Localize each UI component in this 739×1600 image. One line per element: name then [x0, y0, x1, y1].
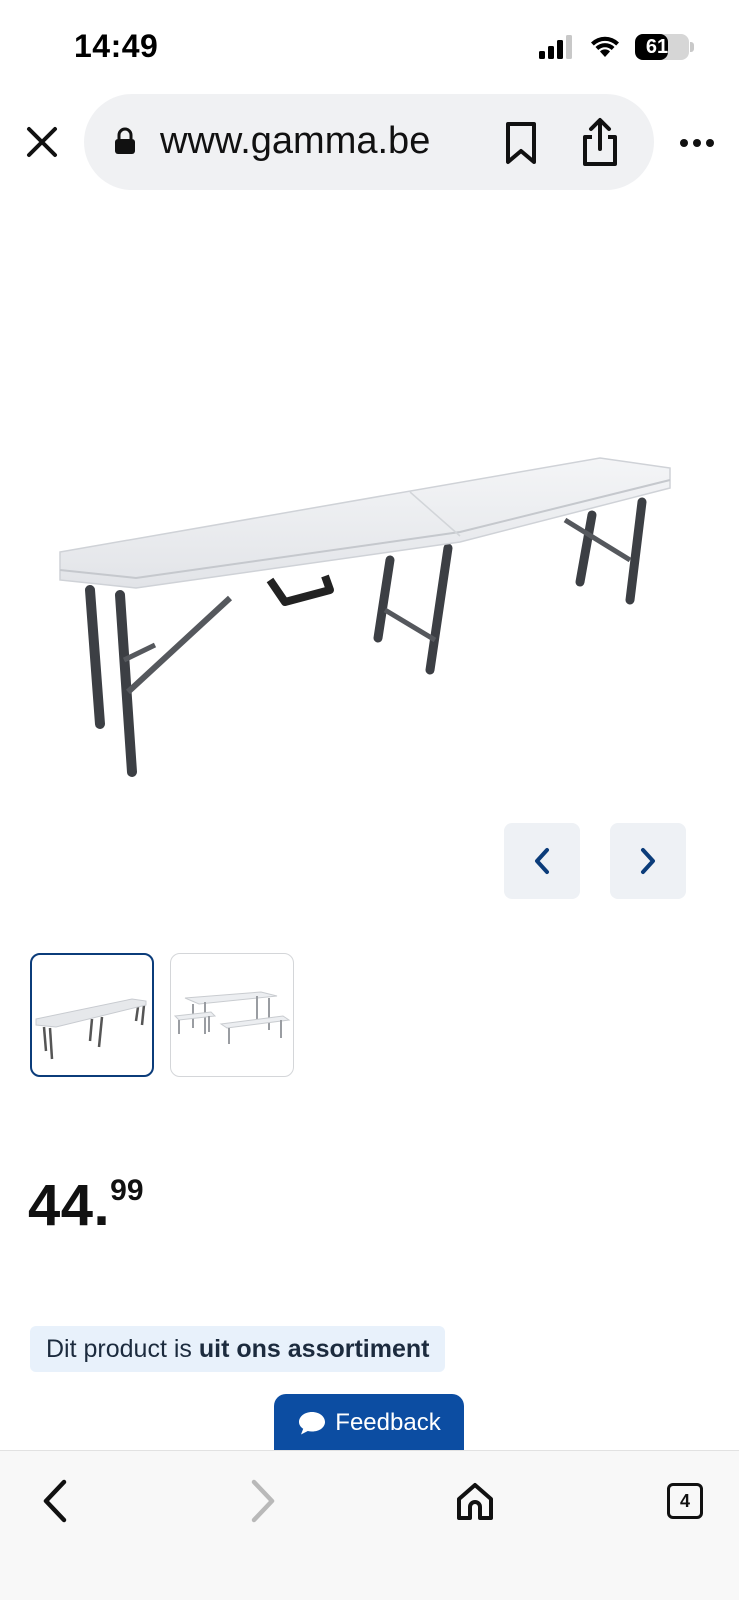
folding-bench-image: [59, 457, 671, 777]
product-price: 44.99: [28, 1172, 144, 1242]
address-bar[interactable]: www.gamma.be: [84, 94, 654, 190]
more-icon: [680, 139, 714, 147]
wifi-icon: [591, 36, 619, 57]
bookmark-button[interactable]: [496, 118, 546, 168]
notice-bold-text: uit ons assortiment: [198, 1334, 430, 1363]
chevron-right-icon: [641, 848, 655, 874]
tabs-icon: 4: [667, 1483, 703, 1519]
tabs-button[interactable]: 4: [650, 1469, 720, 1533]
chevron-left-icon: [535, 848, 549, 874]
browser-top-bar: www.gamma.be: [0, 92, 739, 192]
share-icon: [583, 118, 617, 166]
url-text: www.gamma.be: [160, 120, 431, 162]
chat-bubble-icon: [299, 1412, 326, 1435]
notice-text: Dit product is: [46, 1334, 192, 1363]
battery-cap: [690, 42, 694, 52]
picnic-set-thumbnail: [173, 991, 291, 1044]
feedback-label: Feedback: [335, 1409, 441, 1436]
bookmark-icon: [506, 122, 536, 164]
price-cents: 99: [110, 1174, 144, 1207]
status-icons: 61: [539, 34, 694, 60]
share-button[interactable]: [572, 114, 628, 170]
battery-icon: 61: [635, 34, 694, 60]
folding-bench-thumbnail: [35, 998, 147, 1060]
back-button[interactable]: [20, 1469, 90, 1533]
thumbnail-1[interactable]: [30, 953, 154, 1077]
bottom-toolbar: 4: [0, 1450, 739, 1600]
back-icon: [43, 1479, 67, 1523]
lock-icon: [115, 127, 135, 154]
forward-icon: [251, 1479, 275, 1523]
signal-icon: [539, 35, 572, 59]
close-icon: [27, 127, 57, 157]
carousel-next-button[interactable]: [610, 823, 686, 899]
battery-level: 61: [645, 36, 669, 58]
tab-count: 4: [679, 1490, 690, 1511]
carousel-prev-button[interactable]: [504, 823, 580, 899]
product-image: [40, 430, 700, 810]
home-button[interactable]: [440, 1469, 510, 1533]
status-time: 14:49: [74, 28, 159, 64]
thumbnail-2[interactable]: [170, 953, 294, 1077]
assortment-notice: Dit product is uit ons assortiment: [30, 1326, 446, 1372]
home-icon: [457, 1483, 493, 1520]
feedback-button[interactable]: Feedback: [274, 1394, 464, 1452]
status-bar: 14:49 61: [0, 0, 739, 90]
more-button[interactable]: [672, 128, 722, 158]
close-button[interactable]: [18, 118, 66, 166]
forward-button[interactable]: [228, 1469, 298, 1533]
price-whole: 44.: [28, 1173, 111, 1238]
